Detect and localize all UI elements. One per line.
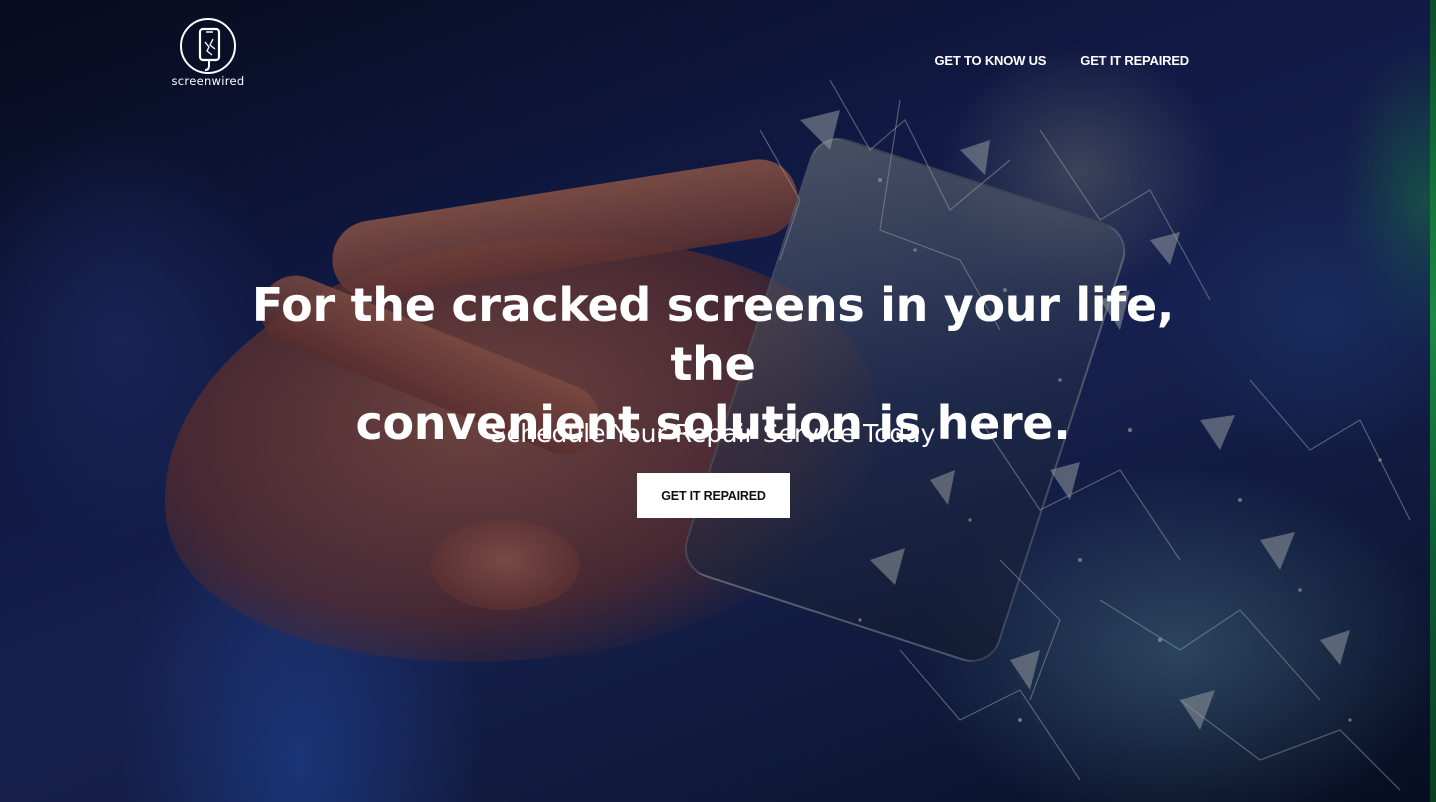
phone-in-circle-icon xyxy=(180,18,236,74)
logo[interactable]: screenwired xyxy=(160,18,256,90)
nav-item-get-it-repaired[interactable]: GET IT REPAIRED xyxy=(1080,52,1189,70)
nav-item-get-to-know-us[interactable]: GET TO KNOW US xyxy=(934,52,1046,70)
hero-subheadline: Schedule Your Repair Service Today xyxy=(490,419,936,448)
edge-strip xyxy=(1430,0,1436,802)
main-nav: GET TO KNOW US GET IT REPAIRED xyxy=(934,52,1189,70)
hero-headline-line-1: For the cracked screens in your life, th… xyxy=(251,278,1175,391)
brand-name: screenwired xyxy=(171,74,245,88)
get-it-repaired-button[interactable]: GET IT REPAIRED xyxy=(637,473,790,518)
hero-section: screenwired GET TO KNOW US GET IT REPAIR… xyxy=(0,0,1436,802)
